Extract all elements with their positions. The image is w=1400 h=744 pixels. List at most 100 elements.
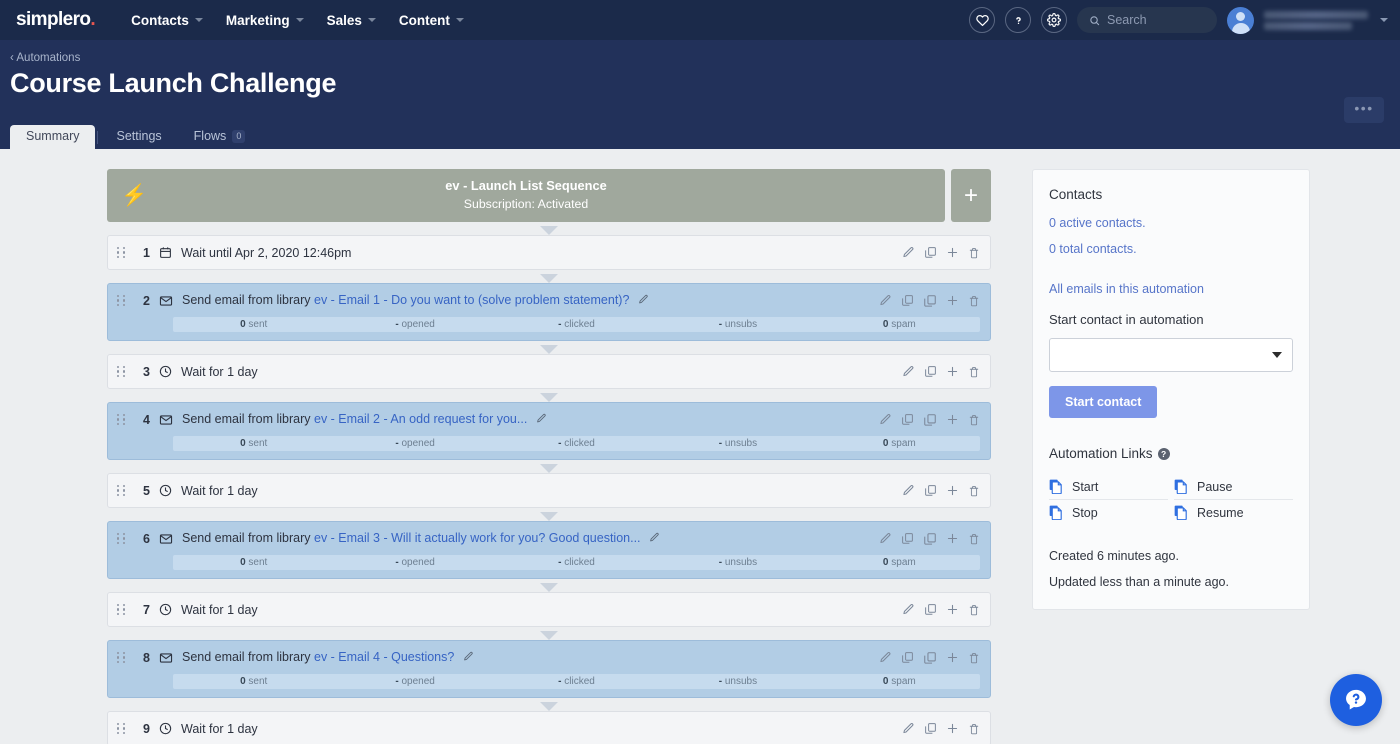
trash-icon[interactable] bbox=[968, 723, 980, 735]
copy-icon[interactable] bbox=[923, 413, 937, 427]
email-link[interactable]: ev - Email 2 - An odd request for you... bbox=[314, 412, 527, 426]
stat-value: - bbox=[395, 676, 398, 687]
duplicate-icon[interactable] bbox=[901, 532, 914, 545]
stat-label: clicked bbox=[564, 557, 595, 568]
duplicate-icon[interactable] bbox=[901, 413, 914, 426]
stat-label: spam bbox=[891, 557, 915, 568]
copy-icon[interactable] bbox=[923, 294, 937, 308]
trash-icon[interactable] bbox=[968, 533, 980, 545]
avatar[interactable] bbox=[1227, 7, 1254, 34]
trash-icon[interactable] bbox=[968, 366, 980, 378]
add-trigger-button[interactable]: + bbox=[951, 169, 991, 222]
pencil-icon[interactable] bbox=[536, 413, 547, 427]
automation-link-resume[interactable]: Resume bbox=[1174, 500, 1293, 525]
pencil-icon[interactable] bbox=[879, 651, 892, 664]
plus-icon[interactable] bbox=[946, 294, 959, 307]
drag-handle-icon[interactable] bbox=[116, 246, 127, 260]
drag-handle-icon[interactable] bbox=[116, 484, 127, 498]
duplicate-icon[interactable] bbox=[901, 651, 914, 664]
active-contacts-link[interactable]: 0 active contacts. bbox=[1049, 216, 1293, 230]
email-link[interactable]: ev - Email 4 - Questions? bbox=[314, 650, 454, 664]
plus-icon[interactable] bbox=[946, 246, 959, 259]
automation-link-stop[interactable]: Stop bbox=[1049, 500, 1168, 525]
duplicate-icon[interactable] bbox=[924, 246, 937, 259]
trigger-card[interactable]: ⚡ ev - Launch List Sequence Subscription… bbox=[107, 169, 945, 222]
tab-summary[interactable]: Summary bbox=[10, 125, 95, 149]
duplicate-icon[interactable] bbox=[924, 365, 937, 378]
duplicate-icon[interactable] bbox=[901, 294, 914, 307]
email-link[interactable]: ev - Email 3 - Will it actually work for… bbox=[314, 531, 641, 545]
pencil-icon[interactable] bbox=[879, 413, 892, 426]
pencil-icon[interactable] bbox=[638, 294, 649, 308]
trash-icon[interactable] bbox=[968, 604, 980, 616]
plus-icon[interactable] bbox=[946, 484, 959, 497]
pencil-icon[interactable] bbox=[902, 246, 915, 259]
step-row[interactable]: 9 Wait for 1 day bbox=[107, 711, 991, 744]
step-row[interactable]: 8 Send email from library ev - Email 4 -… bbox=[107, 640, 991, 698]
trash-icon[interactable] bbox=[968, 414, 980, 426]
plus-icon[interactable] bbox=[946, 413, 959, 426]
nav-item-contacts[interactable]: Contacts bbox=[121, 7, 213, 34]
plus-icon[interactable] bbox=[946, 532, 959, 545]
copy-icon[interactable] bbox=[923, 532, 937, 546]
plus-icon[interactable] bbox=[946, 651, 959, 664]
step-row[interactable]: 2 Send email from library ev - Email 1 -… bbox=[107, 283, 991, 341]
gear-icon[interactable] bbox=[1041, 7, 1067, 33]
drag-handle-icon[interactable] bbox=[116, 532, 127, 546]
step-row[interactable]: 4 Send email from library ev - Email 2 -… bbox=[107, 402, 991, 460]
pencil-icon[interactable] bbox=[902, 484, 915, 497]
drag-handle-icon[interactable] bbox=[116, 651, 127, 665]
trash-icon[interactable] bbox=[968, 652, 980, 664]
plus-icon[interactable] bbox=[946, 365, 959, 378]
help-icon[interactable] bbox=[1005, 7, 1031, 33]
search-input[interactable] bbox=[1107, 13, 1205, 27]
email-link[interactable]: ev - Email 1 - Do you want to (solve pro… bbox=[314, 293, 629, 307]
plus-icon[interactable] bbox=[946, 722, 959, 735]
nav-item-content[interactable]: Content bbox=[389, 7, 474, 34]
search-box[interactable] bbox=[1077, 7, 1217, 33]
pencil-icon[interactable] bbox=[879, 294, 892, 307]
duplicate-icon[interactable] bbox=[924, 484, 937, 497]
pencil-icon[interactable] bbox=[649, 532, 660, 546]
step-row[interactable]: 3 Wait for 1 day bbox=[107, 354, 991, 389]
drag-handle-icon[interactable] bbox=[116, 722, 127, 736]
copy-icon[interactable] bbox=[923, 651, 937, 665]
breadcrumb[interactable]: ‹ Automations bbox=[10, 52, 80, 64]
pencil-icon[interactable] bbox=[902, 603, 915, 616]
account-name-redacted[interactable] bbox=[1264, 11, 1368, 30]
tab-settings[interactable]: Settings bbox=[100, 125, 177, 149]
tab-flows[interactable]: Flows 0 bbox=[178, 125, 262, 149]
pencil-icon[interactable] bbox=[463, 651, 474, 665]
trash-icon[interactable] bbox=[968, 485, 980, 497]
trash-icon[interactable] bbox=[968, 295, 980, 307]
plus-icon[interactable] bbox=[946, 603, 959, 616]
overflow-menu-button[interactable]: ••• bbox=[1344, 97, 1384, 123]
step-row[interactable]: 6 Send email from library ev - Email 3 -… bbox=[107, 521, 991, 579]
contact-select[interactable] bbox=[1049, 338, 1293, 372]
brand-logo[interactable]: simplero. bbox=[16, 9, 95, 31]
chevron-down-icon[interactable] bbox=[1380, 18, 1388, 22]
automation-link-pause[interactable]: Pause bbox=[1174, 474, 1293, 500]
duplicate-icon[interactable] bbox=[924, 722, 937, 735]
step-row[interactable]: 7 Wait for 1 day bbox=[107, 592, 991, 627]
start-contact-button[interactable]: Start contact bbox=[1049, 386, 1157, 418]
drag-handle-icon[interactable] bbox=[116, 413, 127, 427]
total-contacts-link[interactable]: 0 total contacts. bbox=[1049, 242, 1293, 256]
drag-handle-icon[interactable] bbox=[116, 365, 127, 379]
all-emails-link[interactable]: All emails in this automation bbox=[1049, 282, 1293, 296]
pencil-icon[interactable] bbox=[879, 532, 892, 545]
pencil-icon[interactable] bbox=[902, 365, 915, 378]
drag-handle-icon[interactable] bbox=[116, 294, 127, 308]
step-row[interactable]: 1 Wait until Apr 2, 2020 12:46pm bbox=[107, 235, 991, 270]
help-chat-button[interactable] bbox=[1330, 674, 1382, 726]
drag-handle-icon[interactable] bbox=[116, 603, 127, 617]
duplicate-icon[interactable] bbox=[924, 603, 937, 616]
automation-link-start[interactable]: Start bbox=[1049, 474, 1168, 500]
trash-icon[interactable] bbox=[968, 247, 980, 259]
help-circle-icon[interactable]: ? bbox=[1158, 448, 1170, 460]
nav-item-sales[interactable]: Sales bbox=[317, 7, 386, 34]
pencil-icon[interactable] bbox=[902, 722, 915, 735]
step-row[interactable]: 5 Wait for 1 day bbox=[107, 473, 991, 508]
nav-item-marketing[interactable]: Marketing bbox=[216, 7, 314, 34]
heart-icon[interactable] bbox=[969, 7, 995, 33]
